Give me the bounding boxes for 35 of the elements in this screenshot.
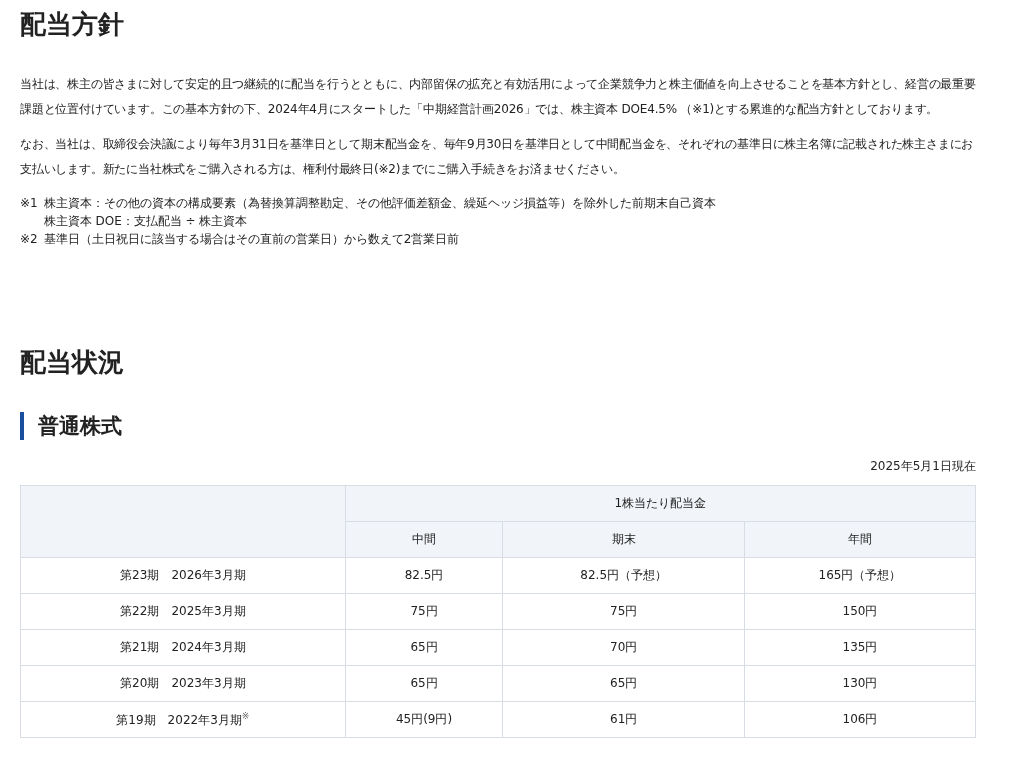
footnote-mark: ※1 [20,195,38,212]
as-of-date: 2025年5月1日現在 [869,458,976,475]
table-cell: 165円（予想） [744,557,976,594]
table-cell: 65円 [345,629,503,666]
table-cell: 第19期 2022年3月期$^{※}$ [20,701,346,738]
table-cell: 70円 [502,629,745,666]
table-cell: 75円 [502,593,745,630]
header-cell: 年間 [744,521,976,558]
table-cell: 106円 [744,701,976,738]
footnote-mark: ※2 [20,231,38,248]
table-cell: 130円 [744,665,976,702]
table-cell: 82.5円 [345,557,503,594]
table-cell: 61円 [502,701,745,738]
table-cell: 第20期 2023年3月期 [20,665,346,702]
subsection-heading: 普通株式 [20,412,976,440]
table-cell: 150円 [744,593,976,630]
footnote-text: 株主資本：その他の資本の構成要素（為替換算調整勘定、その他評価差額金、繰延ヘッジ損益等）を除外した前期末自己資本 [43,195,716,212]
section-title: 配当方針 [20,8,125,41]
table-cell: 45円(9円) [345,701,503,738]
body-paragraph: 当社は、株主の皆さまに対して安定的且つ継続的に配当を行うとともに、内部留保の拡充と有効活用によって企業競争力と株主価値を向上させることを基本方針とし、経営の最重要課題と位置付けています。この基本方針の下、2024年4月にスタートした「中期経営計画2026」では、株主資本 DOE4.5% （※1)とする累進的な配当方針としております。 [20,76,976,118]
table-cell: 第23期 2026年3月期 [20,557,346,594]
table-cell: 82.5円（予想） [502,557,745,594]
table-cell: 第21期 2024年3月期 [20,629,346,666]
table-cell: 135円 [744,629,976,666]
section-title: 配当状況 [20,346,125,379]
body-paragraph: なお、当社は、取締役会決議により毎年3月31日を基準日として期末配当金を、毎年9月30日を基準日として中間配当金を、それぞれの基準日に株主名簿に記載された株主さまにお支払いします。新たに当社株式をご購入される方は、権利付最終日(※2)までにご購入手続きをお済ませください。 [20,136,975,178]
header-cell: 中間 [345,521,503,558]
table-cell: 65円 [345,665,503,702]
table-cell: 75円 [345,593,503,630]
table-cell: 65円 [502,665,745,702]
header-cell: 期末 [502,521,745,558]
footnote-text: 基準日（土日祝日に該当する場合はその直前の営業日）から数えて2営業日前 [43,231,460,248]
footnote-text: 株主資本 DOE：支払配当 ÷ 株主資本 [43,213,249,230]
table-cell: 第22期 2025年3月期 [20,593,346,630]
header-cell: 1株当たり配当金 [345,485,976,522]
